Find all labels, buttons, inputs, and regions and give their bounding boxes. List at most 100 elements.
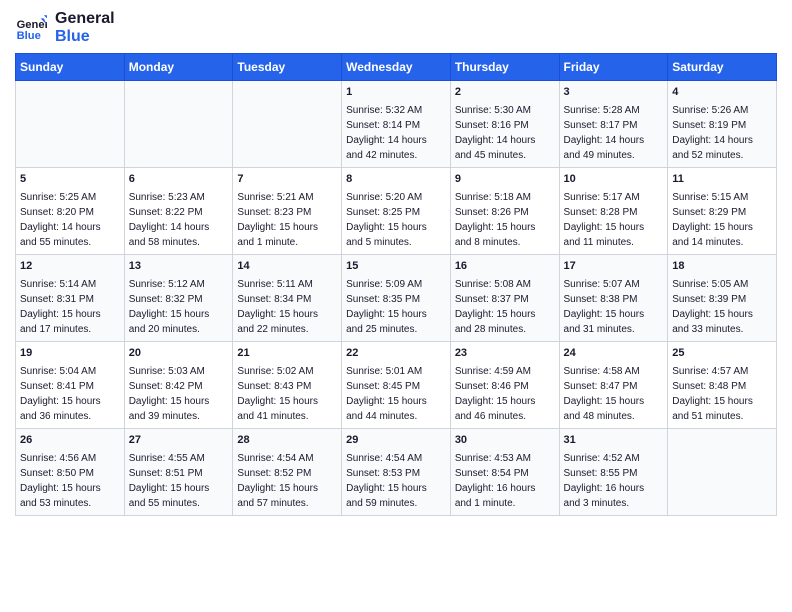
day-info: Sunrise: 4:57 AM Sunset: 8:48 PM Dayligh…: [672, 364, 772, 424]
calendar-week-2: 5 Sunrise: 5:25 AM Sunset: 8:20 PM Daylig…: [16, 168, 777, 255]
calendar-cell: 12 Sunrise: 5:14 AM Sunset: 8:31 PM Dayli…: [16, 255, 125, 342]
calendar-cell: 30Sunrise: 4:53 AM Sunset: 8:54 PM Dayli…: [450, 428, 559, 515]
day-info: Sunrise: 5:12 AM Sunset: 8:32 PM Dayligh…: [129, 277, 229, 337]
day-number: 19: [20, 346, 120, 362]
day-number: 22: [346, 346, 446, 362]
day-number: 13: [129, 259, 229, 275]
day-info: Sunrise: 4:55 AM Sunset: 8:51 PM Dayligh…: [129, 451, 229, 511]
calendar-cell: 6 Sunrise: 5:23 AM Sunset: 8:22 PM Daylig…: [124, 168, 233, 255]
day-info: Sunrise: 5:11 AM Sunset: 8:34 PM Dayligh…: [237, 277, 337, 337]
logo: General Blue General Blue: [15, 10, 115, 45]
calendar-cell: 11 Sunrise: 5:15 AM Sunset: 8:29 PM Dayli…: [668, 168, 777, 255]
day-info: Sunrise: 5:15 AM Sunset: 8:29 PM Dayligh…: [672, 190, 772, 250]
day-info: Sunrise: 4:53 AM Sunset: 8:54 PM Dayligh…: [455, 451, 555, 511]
day-number: 21: [237, 346, 337, 362]
calendar-cell: 9Sunrise: 5:18 AM Sunset: 8:26 PM Daylig…: [450, 168, 559, 255]
day-number: 2: [455, 85, 555, 101]
day-info: Sunrise: 5:03 AM Sunset: 8:42 PM Dayligh…: [129, 364, 229, 424]
day-number: 10: [564, 172, 664, 188]
day-number: 20: [129, 346, 229, 362]
calendar-cell: 18Sunrise: 5:05 AM Sunset: 8:39 PM Dayli…: [668, 255, 777, 342]
svg-text:Blue: Blue: [17, 30, 41, 42]
weekday-header-row: SundayMondayTuesdayWednesdayThursdayFrid…: [16, 54, 777, 81]
day-number: 14: [237, 259, 337, 275]
day-info: Sunrise: 5:26 AM Sunset: 8:19 PM Dayligh…: [672, 103, 772, 163]
day-info: Sunrise: 5:23 AM Sunset: 8:22 PM Dayligh…: [129, 190, 229, 250]
day-number: 11: [672, 172, 772, 188]
day-info: Sunrise: 5:08 AM Sunset: 8:37 PM Dayligh…: [455, 277, 555, 337]
calendar-cell: 24 Sunrise: 4:58 AM Sunset: 8:47 PM Dayli…: [559, 342, 668, 429]
day-info: Sunrise: 5:20 AM Sunset: 8:25 PM Dayligh…: [346, 190, 446, 250]
day-info: Sunrise: 5:02 AM Sunset: 8:43 PM Dayligh…: [237, 364, 337, 424]
day-info: Sunrise: 5:14 AM Sunset: 8:31 PM Dayligh…: [20, 277, 120, 337]
calendar-cell: 5 Sunrise: 5:25 AM Sunset: 8:20 PM Daylig…: [16, 168, 125, 255]
calendar-cell: 19 Sunrise: 5:04 AM Sunset: 8:41 PM Dayli…: [16, 342, 125, 429]
calendar-cell: 22 Sunrise: 5:01 AM Sunset: 8:45 PM Dayli…: [342, 342, 451, 429]
calendar-cell: 28 Sunrise: 4:54 AM Sunset: 8:52 PM Dayli…: [233, 428, 342, 515]
calendar-cell: [668, 428, 777, 515]
calendar-cell: [124, 81, 233, 168]
day-info: Sunrise: 5:21 AM Sunset: 8:23 PM Dayligh…: [237, 190, 337, 250]
calendar-cell: 27 Sunrise: 4:55 AM Sunset: 8:51 PM Dayli…: [124, 428, 233, 515]
day-number: 25: [672, 346, 772, 362]
day-info: Sunrise: 4:54 AM Sunset: 8:53 PM Dayligh…: [346, 451, 446, 511]
day-number: 28: [237, 433, 337, 449]
calendar-cell: [16, 81, 125, 168]
day-info: Sunrise: 4:54 AM Sunset: 8:52 PM Dayligh…: [237, 451, 337, 511]
calendar-cell: 8 Sunrise: 5:20 AM Sunset: 8:25 PM Daylig…: [342, 168, 451, 255]
calendar-cell: 25 Sunrise: 4:57 AM Sunset: 8:48 PM Dayli…: [668, 342, 777, 429]
calendar-cell: 17 Sunrise: 5:07 AM Sunset: 8:38 PM Dayli…: [559, 255, 668, 342]
calendar-week-3: 12 Sunrise: 5:14 AM Sunset: 8:31 PM Dayli…: [16, 255, 777, 342]
calendar-cell: 16 Sunrise: 5:08 AM Sunset: 8:37 PM Dayli…: [450, 255, 559, 342]
day-number: 27: [129, 433, 229, 449]
day-info: Sunrise: 4:58 AM Sunset: 8:47 PM Dayligh…: [564, 364, 664, 424]
day-number: 7: [237, 172, 337, 188]
day-number: 17: [564, 259, 664, 275]
day-number: 31: [564, 433, 664, 449]
day-info: Sunrise: 5:09 AM Sunset: 8:35 PM Dayligh…: [346, 277, 446, 337]
page: General Blue General Blue SundayMondayTu…: [0, 0, 792, 612]
day-number: 6: [129, 172, 229, 188]
calendar-cell: [233, 81, 342, 168]
weekday-saturday: Saturday: [668, 54, 777, 81]
calendar-cell: 20 Sunrise: 5:03 AM Sunset: 8:42 PM Dayli…: [124, 342, 233, 429]
calendar-cell: 26 Sunrise: 4:56 AM Sunset: 8:50 PM Dayli…: [16, 428, 125, 515]
day-number: 8: [346, 172, 446, 188]
day-info: Sunrise: 4:56 AM Sunset: 8:50 PM Dayligh…: [20, 451, 120, 511]
day-info: Sunrise: 5:25 AM Sunset: 8:20 PM Dayligh…: [20, 190, 120, 250]
calendar-week-4: 19 Sunrise: 5:04 AM Sunset: 8:41 PM Dayli…: [16, 342, 777, 429]
day-number: 12: [20, 259, 120, 275]
weekday-friday: Friday: [559, 54, 668, 81]
calendar-cell: 3Sunrise: 5:28 AM Sunset: 8:17 PM Daylig…: [559, 81, 668, 168]
day-number: 5: [20, 172, 120, 188]
day-info: Sunrise: 5:07 AM Sunset: 8:38 PM Dayligh…: [564, 277, 664, 337]
day-info: Sunrise: 5:30 AM Sunset: 8:16 PM Dayligh…: [455, 103, 555, 163]
day-info: Sunrise: 5:28 AM Sunset: 8:17 PM Dayligh…: [564, 103, 664, 163]
calendar-cell: 29Sunrise: 4:54 AM Sunset: 8:53 PM Dayli…: [342, 428, 451, 515]
day-info: Sunrise: 5:32 AM Sunset: 8:14 PM Dayligh…: [346, 103, 446, 163]
calendar-cell: 15 Sunrise: 5:09 AM Sunset: 8:35 PM Dayli…: [342, 255, 451, 342]
day-number: 1: [346, 85, 446, 101]
weekday-sunday: Sunday: [16, 54, 125, 81]
day-info: Sunrise: 4:52 AM Sunset: 8:55 PM Dayligh…: [564, 451, 664, 511]
day-number: 15: [346, 259, 446, 275]
calendar-cell: 10Sunrise: 5:17 AM Sunset: 8:28 PM Dayli…: [559, 168, 668, 255]
day-info: Sunrise: 5:01 AM Sunset: 8:45 PM Dayligh…: [346, 364, 446, 424]
calendar-week-1: 1 Sunrise: 5:32 AM Sunset: 8:14 PM Daylig…: [16, 81, 777, 168]
day-number: 23: [455, 346, 555, 362]
day-number: 26: [20, 433, 120, 449]
logo-blue: Blue: [55, 28, 115, 46]
calendar-cell: 31 Sunrise: 4:52 AM Sunset: 8:55 PM Dayli…: [559, 428, 668, 515]
calendar-cell: 21 Sunrise: 5:02 AM Sunset: 8:43 PM Dayli…: [233, 342, 342, 429]
day-number: 16: [455, 259, 555, 275]
calendar-cell: 1 Sunrise: 5:32 AM Sunset: 8:14 PM Daylig…: [342, 81, 451, 168]
weekday-monday: Monday: [124, 54, 233, 81]
day-info: Sunrise: 5:18 AM Sunset: 8:26 PM Dayligh…: [455, 190, 555, 250]
weekday-tuesday: Tuesday: [233, 54, 342, 81]
day-number: 24: [564, 346, 664, 362]
day-info: Sunrise: 5:04 AM Sunset: 8:41 PM Dayligh…: [20, 364, 120, 424]
day-number: 18: [672, 259, 772, 275]
svg-text:General: General: [17, 19, 47, 31]
calendar-cell: 23 Sunrise: 4:59 AM Sunset: 8:46 PM Dayli…: [450, 342, 559, 429]
day-info: Sunrise: 4:59 AM Sunset: 8:46 PM Dayligh…: [455, 364, 555, 424]
